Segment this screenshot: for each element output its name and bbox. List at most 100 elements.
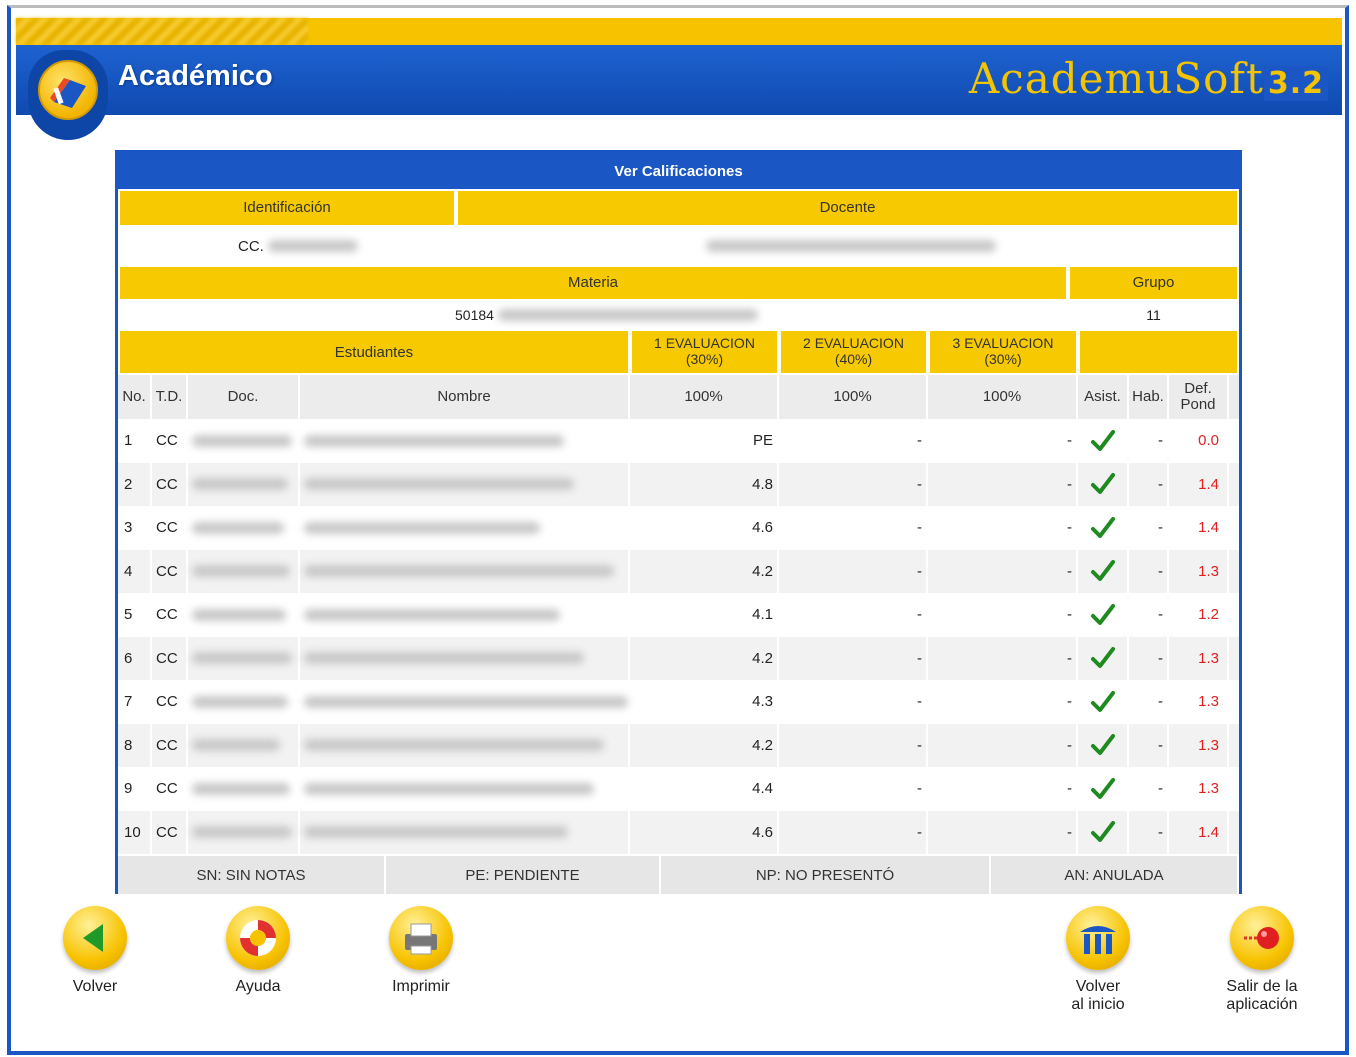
brand-logo: AcademuSoft 3.2 (969, 54, 1328, 103)
imprimir-button[interactable]: Imprimir (366, 906, 476, 996)
table-row: 2 CC 4.8- - -1.4 (118, 462, 1239, 506)
row-hab: - (1129, 549, 1169, 593)
volver-button[interactable]: Volver (40, 906, 150, 996)
table-row: 6 CC 4.2- - -1.3 (118, 636, 1239, 680)
row-nombre (300, 810, 630, 854)
row-doc (188, 767, 300, 811)
row-doc (188, 462, 300, 506)
row-eval1: 4.2 (630, 549, 779, 593)
row-def: 0.0 (1169, 419, 1229, 463)
panel-title: Ver Calificaciones (118, 153, 1239, 189)
redacted-name (304, 478, 574, 491)
row-def: 1.3 (1169, 636, 1229, 680)
exit-icon (1230, 906, 1294, 970)
row-eval3: - (928, 636, 1078, 680)
row-def: 1.4 (1169, 506, 1229, 550)
table-row: 7 CC 4.3- - -1.3 (118, 680, 1239, 724)
row-doc (188, 636, 300, 680)
row-no: 2 (118, 462, 152, 506)
brand-version: 3.2 (1263, 66, 1328, 101)
row-nombre (300, 636, 630, 680)
row-eval1: 4.3 (630, 680, 779, 724)
row-eval2: - (779, 767, 928, 811)
col-def: Def. Pond (1169, 375, 1229, 419)
check-icon (1090, 821, 1115, 843)
row-eval1: 4.6 (630, 810, 779, 854)
col-doc: Doc. (188, 375, 300, 419)
row-eval2: - (779, 810, 928, 854)
ayuda-button[interactable]: Ayuda (203, 906, 313, 996)
docente-header: Docente (456, 189, 1239, 227)
row-asist (1078, 462, 1129, 506)
redacted-name (304, 565, 614, 578)
row-doc (188, 593, 300, 637)
row-no: 1 (118, 419, 152, 463)
redacted-name (304, 521, 540, 534)
row-no: 4 (118, 549, 152, 593)
row-eval3: - (928, 723, 1078, 767)
row-td: CC (152, 593, 188, 637)
col-e2: 100% (779, 375, 928, 419)
salir-button[interactable]: Salir de la aplicación (1207, 906, 1317, 1014)
row-doc (188, 506, 300, 550)
col-hab: Hab. (1129, 375, 1169, 419)
row-no: 8 (118, 723, 152, 767)
redacted-doc (192, 521, 284, 534)
redacted-doc (192, 739, 280, 752)
legend-row: SN: SIN NOTAS PE: PENDIENTE NP: NO PRESE… (118, 856, 1239, 894)
table-row: 9 CC 4.4- - -1.3 (118, 767, 1239, 811)
row-asist (1078, 419, 1129, 463)
row-doc (188, 723, 300, 767)
row-eval3: - (928, 462, 1078, 506)
row-eval2: - (779, 549, 928, 593)
redacted-doc (192, 652, 292, 665)
row-eval3: - (928, 767, 1078, 811)
row-asist (1078, 549, 1129, 593)
materia-header: Materia (118, 265, 1068, 301)
row-doc (188, 549, 300, 593)
row-eval2: - (779, 723, 928, 767)
col-asist: Asist. (1078, 375, 1129, 419)
col-nombre: Nombre (300, 375, 630, 419)
row-hab: - (1129, 419, 1169, 463)
row-nombre (300, 549, 630, 593)
row-asist (1078, 506, 1129, 550)
row-eval1: 4.1 (630, 593, 779, 637)
row-td: CC (152, 680, 188, 724)
row-hab: - (1129, 680, 1169, 724)
table-row: 3 CC 4.6- - -1.4 (118, 506, 1239, 550)
redacted-name (304, 739, 604, 752)
table-row: 8 CC 4.2- - -1.3 (118, 723, 1239, 767)
row-def: 1.4 (1169, 462, 1229, 506)
redacted-name (304, 782, 594, 795)
row-no: 6 (118, 636, 152, 680)
row-td: CC (152, 723, 188, 767)
row-asist (1078, 723, 1129, 767)
redacted-id (267, 240, 358, 252)
redacted-doc (192, 608, 286, 621)
back-arrow-icon (63, 906, 127, 970)
row-td: CC (152, 506, 188, 550)
academic-book-icon (38, 60, 98, 120)
row-def: 1.4 (1169, 810, 1229, 854)
check-icon (1090, 516, 1115, 538)
legend-np: NP: NO PRESENTÓ (661, 856, 991, 894)
check-icon (1090, 734, 1115, 756)
row-eval2: - (779, 593, 928, 637)
col-no: No. (118, 375, 152, 419)
row-eval1: 4.2 (630, 636, 779, 680)
row-hab: - (1129, 767, 1169, 811)
top-bar (16, 18, 1342, 45)
column-headers: No. T.D. Doc. Nombre 100% 100% 100% Asis… (118, 375, 1239, 419)
row-td: CC (152, 767, 188, 811)
row-nombre (300, 593, 630, 637)
row-eval2: - (779, 419, 928, 463)
col-e1: 100% (630, 375, 779, 419)
grades-table-body: 1 CC PE - - -0.0 2 CC 4.8- - -1.4 3 CC 4.6- - -1.4 4 CC 4.… (118, 419, 1239, 854)
row-hab: - (1129, 462, 1169, 506)
row-td: CC (152, 810, 188, 854)
legend-sn: SN: SIN NOTAS (118, 856, 386, 894)
page-title: Académico (118, 60, 273, 92)
row-eval1: 4.8 (630, 462, 779, 506)
volver-inicio-button[interactable]: Volver al inicio (1043, 906, 1153, 1014)
